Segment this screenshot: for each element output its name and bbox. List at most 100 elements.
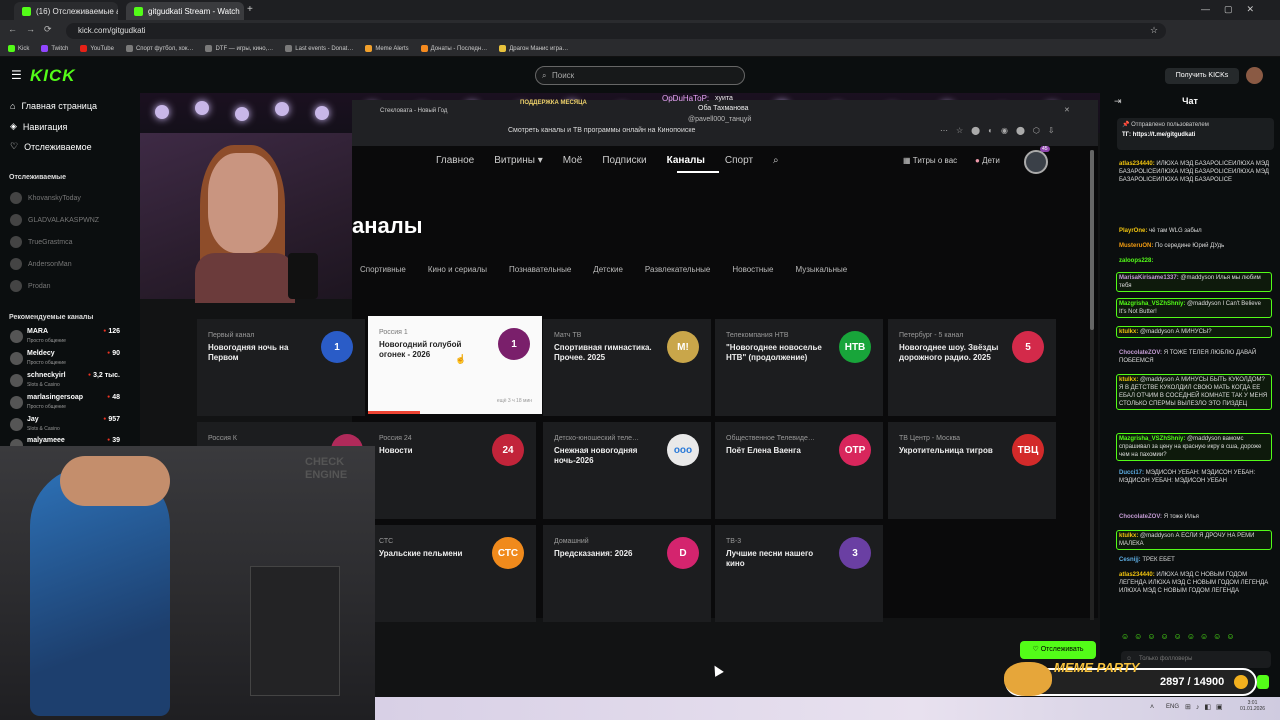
url-input[interactable]: kick.com/gitgudkati [66,23,1166,39]
channel-card[interactable]: Россия 1 Новогодний голубой огонек - 2026… [368,316,542,414]
bookmark-meme-alerts[interactable]: Meme Alerts [365,45,409,52]
chat-message[interactable]: ChocolateZOV: Я ТОЖЕ ТЕЛЕЯ ЛЮБЛЮ ДАВАЙ П… [1119,349,1271,365]
pinned-message[interactable]: 📌 Отправлено пользователем TГ: https://t… [1117,118,1274,150]
channel-card[interactable]: Детско-юношеский теле… Снежная новогодняя… [543,422,711,519]
chat-message[interactable]: atlas234440: ИЛЮХА МЭД БАЗАРОLICEИЛЮХА М… [1119,160,1271,184]
channel-card[interactable]: Матч ТВ Спортивная гимнастика. Прочее. 20… [543,319,711,416]
chat-input[interactable]: ☺ Только фолловеры [1121,651,1271,668]
chat-message[interactable]: ChocolateZOV: Я тоже Илья [1119,513,1271,521]
get-kicks-button[interactable]: Получить KICKs [1165,68,1239,84]
tv-search-icon[interactable]: ⌕ [773,155,779,166]
chat-message[interactable]: Cesnijj: ТРЕК ЕБЕТ [1119,556,1271,564]
recommended-channel[interactable]: JaySlots & Casino957 [10,416,122,436]
followed-channel[interactable]: KhovanskyToday [10,192,81,204]
tv-close-icon[interactable]: ✕ [1064,106,1070,114]
new-tab-icon[interactable]: + [247,4,253,15]
bookmark-dtf[interactable]: DTF — игры, кино,… [205,45,273,52]
tray-icons[interactable]: ⊞♪◧▣ [1185,703,1228,711]
bookmark-sport[interactable]: Спорт футбол, хок… [125,45,193,52]
tray-arrow-icon[interactable]: ˄ [1150,704,1154,711]
browser-tab-followed[interactable]: (16) Отслеживаемые активн…✕ [14,2,118,20]
menu-icon[interactable]: ☰ [11,68,22,82]
tv-nav-mine[interactable]: Моё [563,155,583,166]
chat-message[interactable]: MusteruON: По середине Юрий ДУдь [1119,242,1271,250]
tv-scrollbar[interactable] [1090,150,1094,620]
recommended-channel[interactable]: schneckyirlSlots & Casino3,2 тыс. [10,372,122,392]
chat-message[interactable]: atlas234440: ИЛЮХА МЭД С НОВЫМ ГОДОМ ЛЕГ… [1119,571,1271,595]
chat-message[interactable]: Mazgrisha_VSZhShniy: @maddyson I Can't B… [1116,298,1272,318]
pinned-link[interactable]: TГ: https://t.me/gitgudkati [1122,132,1269,138]
chat-message[interactable]: PlayrOne: чё там WLG забыл [1119,227,1271,235]
follow-button[interactable]: ♡ Отслеживать [1020,641,1096,659]
browser-tab-stream[interactable]: gitgudkati Stream - Watch✕ [126,2,244,20]
bookmark-donations[interactable]: Донаты - Последн… [420,45,487,52]
chat-username[interactable]: Mazgrisha_VSZhShniy: [1119,301,1185,307]
tv-kids-link[interactable]: ● Дети [975,156,1000,165]
tv-browser-toolbar-icons[interactable]: ⋯☆⬤◐◉⬤⬡⇩ [940,126,1063,135]
category-news[interactable]: Новостные [732,265,773,274]
channel-card[interactable]: ТВ Центр - Москва Укротительница тигров ТВ… [888,422,1056,519]
chat-message[interactable]: ktulkx: @maddyson А МИНУСЫ? [1116,326,1272,338]
channel-card[interactable]: СТС Уральские пельмени СТС [368,525,536,622]
chat-message[interactable]: ktulkx: @maddyson А ЕСЛИ Я ДРОЧУ НА РЕМИ… [1116,530,1272,550]
chat-username[interactable]: MarisaKirisame1337: [1119,275,1179,281]
tv-nav-main[interactable]: Главное [436,155,474,166]
user-avatar[interactable] [1246,67,1263,84]
tv-nav-sport[interactable]: Спорт [725,155,753,166]
category-sport[interactable]: Спортивные [360,265,406,274]
recommended-channel[interactable]: marlasingersoapПросто общение48 [10,394,122,414]
followed-channel[interactable]: TrueGrastmca [10,236,72,248]
send-chat-button[interactable] [1257,675,1269,689]
chat-username[interactable]: ktulkx: [1119,377,1138,383]
bookmark-twitch[interactable]: Twitch [41,45,68,52]
chat-username[interactable]: Mazgrisha_VSZhShniy: [1119,436,1185,442]
channel-card[interactable]: Телекомпания НТВ "Новогоднее новоселье НТ… [715,319,883,416]
tray-language[interactable]: ENG [1166,704,1179,710]
emote-bar[interactable]: ☺☺☺☺☺☺☺☺☺ [1121,632,1240,641]
bookmark-youtube[interactable]: YouTube [80,45,114,52]
chat-username[interactable]: ktulkx: [1119,533,1138,539]
tv-nav-subscriptions[interactable]: Подписки [602,155,646,166]
category-music[interactable]: Музыкальные [795,265,847,274]
chat-username[interactable]: ktulkx: [1119,329,1138,335]
category-educational[interactable]: Познавательные [509,265,571,274]
chat-username[interactable]: atlas234440: [1119,161,1155,167]
window-controls[interactable]: —▢✕ [1201,4,1268,15]
bookmark-star-icon[interactable]: ☆ [1150,25,1158,36]
category-movies[interactable]: Кино и сериалы [428,265,487,274]
tv-titles-link[interactable]: ▦ Титры о вас [903,156,957,165]
taskbar-clock[interactable]: 3:01 01.01.2026 [1240,700,1265,712]
chat-message[interactable]: zaloops228: [1119,257,1271,265]
chat-username[interactable]: ChocolateZOV: [1119,350,1162,356]
bookmark-donat[interactable]: Last events - Donat… [285,45,353,52]
category-kids[interactable]: Детские [593,265,623,274]
chat-username[interactable]: MusteruON: [1119,243,1153,249]
recommended-channel[interactable]: MARAПросто общение126 [10,328,122,348]
chat-message[interactable]: Ducci17: МЭДИСОН УЕБАН: МЭДИСОН УЕБАН: М… [1119,469,1271,485]
bookmark-dragon[interactable]: Драгон Манис игра… [499,45,568,52]
channel-card[interactable]: Петербург - 5 канал Новогоднее шоу. Звёзд… [888,319,1056,416]
chat-message[interactable]: MarisaKirisame1337: @maddyson Илья мы лю… [1116,272,1272,292]
search-input[interactable]: ⌕ Поиск [535,66,745,85]
chat-username[interactable]: Cesnijj: [1119,557,1141,563]
chat-username[interactable]: Ducci17: [1119,470,1144,476]
chat-username[interactable]: atlas234440: [1119,572,1155,578]
bookmark-kick[interactable]: Kick [8,45,29,52]
sidebar-item-following[interactable]: ♡ Отслеживаемое [10,141,92,152]
channel-card[interactable]: Общественное Телевиде… Поёт Елена Ваенга О… [715,422,883,519]
chat-username[interactable]: ChocolateZOV: [1119,514,1162,520]
followed-channel[interactable]: GLADVALAKASPWNZ [10,214,99,226]
sidebar-item-home[interactable]: ⌂ Главная страница [10,101,97,111]
chat-message[interactable]: Mazgrisha_VSZhShniy: @maddyson вамомс сп… [1116,433,1272,461]
chat-message[interactable]: ktulkx: @maddyson А МИНУСЫ БЫТЬ КУКОЛДОМ… [1116,374,1272,410]
tv-nav-channels[interactable]: Каналы [667,155,705,166]
tv-nav-showcases[interactable]: Витрины ▾ [494,155,543,166]
followed-channel[interactable]: Prodan [10,280,51,292]
chat-username[interactable]: zaloops228: [1119,258,1153,264]
channel-card[interactable]: ТВ-3 Лучшие песни нашего кино 3 [715,525,883,622]
channel-card[interactable]: Домашний Предсказания: 2026 D [543,525,711,622]
chat-username[interactable]: PlayrOne: [1119,228,1147,234]
recommended-channel[interactable]: MeldecyПросто общение90 [10,350,122,370]
channel-card[interactable]: Россия 24 Новости 24 [368,422,536,519]
sidebar-item-browse[interactable]: ◈ Навигация [10,121,67,132]
